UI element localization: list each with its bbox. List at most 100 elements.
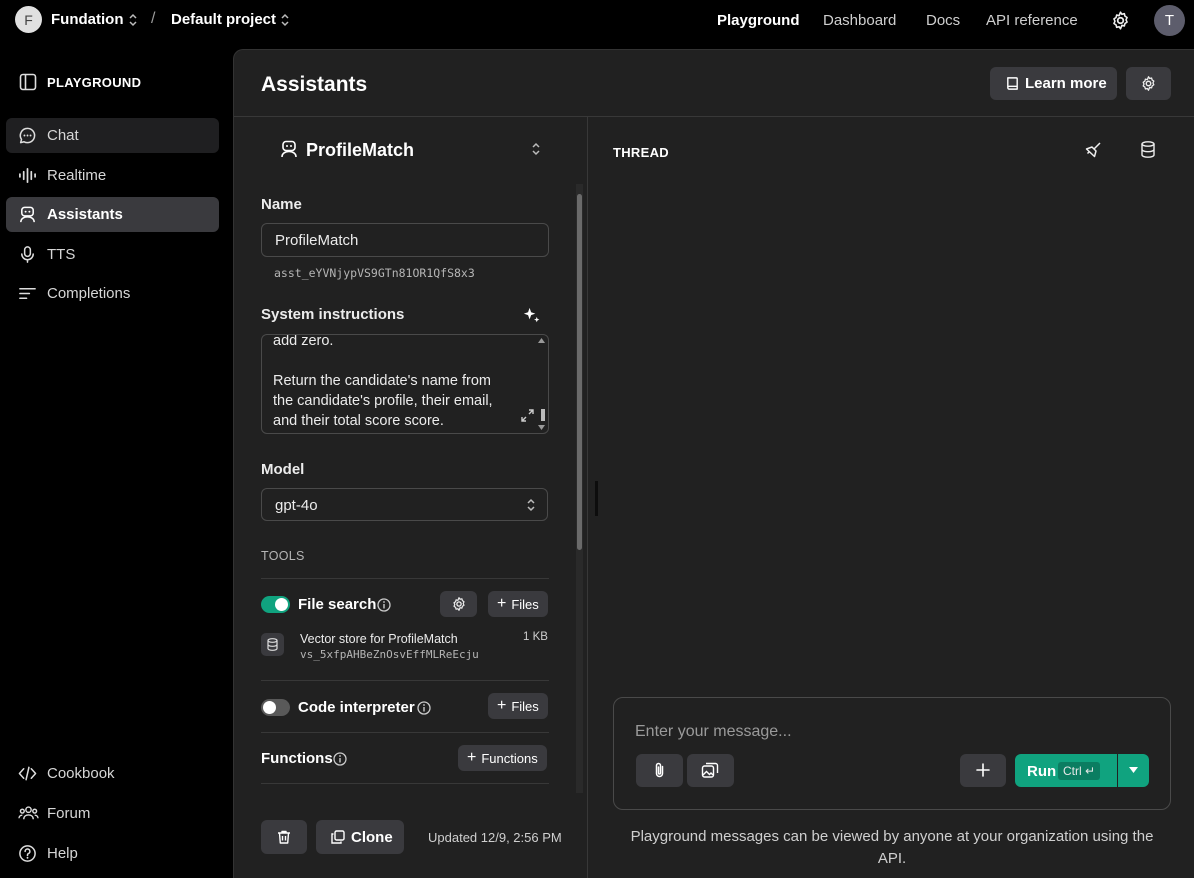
assistant-selector[interactable]: ProfileMatch (272, 132, 562, 168)
chevron-updown-icon[interactable] (127, 13, 139, 27)
sidebar-item-completions[interactable]: Completions (6, 276, 219, 311)
images-icon (701, 762, 719, 778)
paperclip-icon (655, 762, 664, 778)
sidebar-item-assistants[interactable]: Assistants (6, 197, 219, 232)
file-search-settings-button[interactable] (440, 591, 477, 617)
privacy-notice: Playground messages can be viewed by any… (630, 828, 1154, 867)
people-icon (18, 806, 39, 820)
audio-wave-icon (19, 167, 36, 184)
sidebar-item-label: Help (47, 845, 78, 862)
attach-button[interactable] (636, 754, 683, 787)
divider (261, 680, 549, 681)
org-name[interactable]: Fundation (51, 11, 123, 28)
divider (261, 783, 549, 784)
scrollbar-track[interactable] (576, 184, 583, 793)
assistant-name: ProfileMatch (306, 140, 415, 160)
project-name[interactable]: Default project (171, 11, 276, 28)
divider (234, 116, 1194, 117)
sidebar-toggle-icon[interactable] (19, 73, 37, 91)
file-search-files-button[interactable]: + Files (488, 591, 548, 617)
panel-resize-handle[interactable] (595, 481, 598, 516)
textarea-scroll-thumb[interactable] (541, 409, 545, 421)
vector-store-badge (261, 633, 284, 656)
message-composer: Run Ctrl ↵ (613, 697, 1171, 810)
model-value: gpt-4o (275, 497, 318, 514)
sidebar-item-tts[interactable]: TTS (6, 237, 219, 272)
plus-icon: + (497, 697, 507, 714)
caret-down-icon (1129, 767, 1138, 773)
nav-api-reference[interactable]: API reference (986, 12, 1078, 29)
file-search-label: File search (298, 596, 377, 613)
name-input[interactable] (261, 223, 549, 257)
nav-playground[interactable]: Playground (717, 12, 800, 29)
scroll-down-icon[interactable] (538, 425, 545, 430)
model-select[interactable]: gpt-4o (261, 488, 548, 521)
settings-button[interactable] (1126, 67, 1171, 100)
add-message-button[interactable] (960, 754, 1006, 787)
plus-icon: + (467, 749, 477, 766)
learn-more-button[interactable]: Learn more (990, 67, 1117, 100)
code-icon (18, 766, 37, 781)
sparkle-icon[interactable] (521, 305, 542, 326)
chevron-updown-icon[interactable] (279, 13, 291, 27)
add-function-button[interactable]: + Functions (458, 745, 547, 771)
robot-icon (281, 140, 297, 158)
sidebar-item-realtime[interactable]: Realtime (6, 158, 219, 193)
gear-icon[interactable] (1110, 10, 1131, 31)
sidebar-item-help[interactable]: Help (6, 836, 219, 871)
expand-icon[interactable] (521, 409, 534, 422)
thread-label: THREAD (613, 145, 669, 160)
divider (587, 116, 588, 878)
divider (261, 578, 549, 579)
org-avatar[interactable]: F (15, 6, 42, 33)
assistant-id: asst_eYVNjypVS9GTn81OR1QfS8x3 (274, 266, 475, 280)
plus-icon (976, 763, 990, 777)
chevron-updown-icon (527, 498, 535, 512)
plus-icon: + (497, 595, 507, 612)
database-icon[interactable] (1141, 141, 1155, 158)
run-button[interactable]: Run Ctrl ↵ (1015, 754, 1117, 787)
info-icon[interactable] (417, 701, 431, 715)
delete-button[interactable] (261, 820, 307, 854)
image-upload-button[interactable] (687, 754, 734, 787)
file-search-toggle[interactable] (261, 596, 290, 613)
scrollbar-thumb[interactable] (577, 194, 582, 550)
run-options-dropdown[interactable] (1118, 754, 1149, 787)
updated-timestamp: Updated 12/9, 2:56 PM (428, 830, 562, 845)
divider (261, 732, 549, 733)
vector-store-name[interactable]: Vector store for ProfileMatch (300, 632, 458, 646)
help-circle-icon (19, 845, 36, 862)
top-bar: F Fundation / Default project Playground… (0, 0, 1194, 42)
sidebar-item-label: TTS (47, 246, 76, 263)
page-title: Assistants (261, 73, 368, 96)
system-instructions-textarea[interactable]: add zero. Return the candidate's name fr… (261, 334, 549, 434)
message-input[interactable] (635, 719, 1135, 745)
code-interpreter-label: Code interpreter (298, 699, 415, 716)
sidebar-item-label: Completions (47, 285, 131, 302)
gear-icon (452, 597, 465, 611)
sidebar-item-chat[interactable]: Chat (6, 118, 219, 153)
sidebar-item-cookbook[interactable]: Cookbook (6, 756, 219, 791)
tools-label: TOOLS (261, 549, 305, 563)
code-interpreter-files-button[interactable]: + Files (488, 693, 548, 719)
functions-label: Functions (261, 750, 333, 767)
main-panel: Assistants Learn more ProfileMatch Name … (233, 49, 1194, 878)
nav-dashboard[interactable]: Dashboard (823, 12, 896, 29)
clone-button[interactable]: Clone (316, 820, 404, 854)
sidebar-item-label: Chat (47, 127, 79, 144)
sidebar-item-forum[interactable]: Forum (6, 796, 219, 831)
robot-icon (20, 206, 35, 223)
user-avatar[interactable]: T (1154, 5, 1185, 36)
info-icon[interactable] (377, 598, 391, 612)
code-interpreter-toggle[interactable] (261, 699, 290, 716)
sidebar-item-label: Cookbook (47, 765, 115, 782)
vector-store-id: vs_5xfpAHBeZnOsvEffMLReEcju (300, 648, 479, 661)
broom-icon[interactable] (1085, 141, 1102, 158)
chevron-updown-icon (532, 142, 540, 156)
model-label: Model (261, 461, 305, 478)
info-icon[interactable] (333, 752, 347, 766)
run-label: Run (1027, 763, 1057, 780)
name-label: Name (261, 196, 302, 213)
nav-docs[interactable]: Docs (926, 12, 960, 29)
scroll-up-icon[interactable] (538, 338, 545, 343)
